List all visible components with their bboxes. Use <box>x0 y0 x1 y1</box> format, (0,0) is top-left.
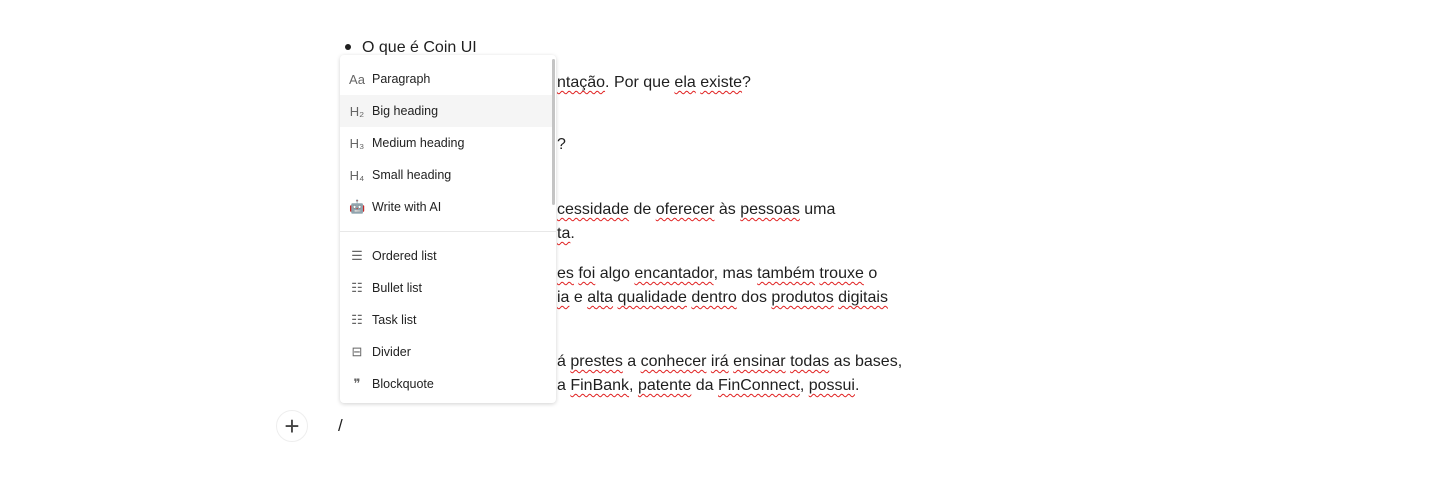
bullet-list-icon: ☷ <box>351 280 363 295</box>
task-list-icon: ☷ <box>351 312 363 327</box>
paragraph-text[interactable]: cessidade de oferecer às pessoas uma <box>557 200 835 220</box>
paragraph-text[interactable]: a FinBank, patente da FinConnect, possui… <box>557 376 859 396</box>
text-run: ? <box>557 136 566 153</box>
quote-icon: ❞ <box>353 376 361 391</box>
menu-item-paragraph[interactable]: Aa Paragraph <box>340 63 552 95</box>
text-run: digitais <box>838 289 888 306</box>
text-run: , mas <box>713 265 758 282</box>
menu-item-small-heading[interactable]: H₄ Small heading <box>340 159 552 191</box>
menu-item-label: Medium heading <box>372 136 465 150</box>
paragraph-text[interactable]: ia e alta qualidade dentro dos produtos … <box>557 288 888 308</box>
text-run: as bases, <box>829 353 903 370</box>
text-run: ? <box>742 74 751 91</box>
text-run: ntação <box>557 74 606 91</box>
text-run: a <box>557 377 571 394</box>
menu-item-write-with-ai[interactable]: 🤖 Write with AI <box>340 191 552 223</box>
heading-2-icon: H₂ <box>349 103 365 119</box>
text-run: , <box>629 377 638 394</box>
menu-item-label: Paragraph <box>372 72 431 86</box>
text-run: es <box>557 265 574 282</box>
text-run: a <box>622 353 641 370</box>
heading-3-icon: H₃ <box>349 135 365 151</box>
menu-item-label: Bullet list <box>372 281 423 295</box>
text-run: o <box>863 265 878 282</box>
text-run: possui <box>808 377 855 394</box>
text-run: conhecer <box>640 353 707 370</box>
text-run: á <box>557 353 566 370</box>
text-run: trouxe <box>819 265 864 282</box>
text-run: da <box>691 377 719 394</box>
menu-scrollbar[interactable] <box>552 59 555 205</box>
text-run: uma <box>804 201 836 218</box>
menu-item-label: Divider <box>372 345 411 359</box>
menu-item-bullet-list[interactable]: ☷ Bullet list <box>340 272 552 304</box>
text-run: ela <box>674 74 696 91</box>
paragraph-text[interactable]: ntação. Por que ela existe? <box>557 73 751 93</box>
text-run: . Por que <box>605 74 675 91</box>
menu-item-label: Task list <box>372 313 417 327</box>
text-run: cessidade <box>557 201 630 218</box>
menu-item-big-heading[interactable]: H₂ Big heading <box>340 95 552 127</box>
text-run: também <box>757 265 815 282</box>
text-run: todas <box>790 353 830 370</box>
ordered-list-icon: ☰ <box>351 248 363 263</box>
menu-item-label: Ordered list <box>372 249 437 263</box>
slash-command-menu: Aa Paragraph H₂ Big heading H₃ Medium heading… <box>340 55 556 403</box>
text-run: encantador <box>634 265 714 282</box>
menu-item-task-list[interactable]: ☷ Task list <box>340 304 552 336</box>
text-run: dentro <box>691 289 737 306</box>
text-icon: Aa <box>349 71 365 87</box>
text-run: . <box>854 377 860 394</box>
text-run: pessoas <box>740 201 800 218</box>
bullet-marker <box>345 44 351 50</box>
text-run: foi <box>578 265 596 282</box>
text-run: , <box>799 377 809 394</box>
text-run: algo <box>595 265 635 282</box>
text-run: ta <box>557 225 571 242</box>
menu-item-label: Small heading <box>372 168 452 182</box>
paragraph-text[interactable]: á prestes a conhecer irá ensinar todas a… <box>557 352 902 372</box>
menu-item-medium-heading[interactable]: H₃ Medium heading <box>340 127 552 159</box>
menu-item-label: Write with AI <box>372 200 442 214</box>
text-run: patente <box>637 377 692 394</box>
text-run: existe <box>700 74 743 91</box>
text-run: prestes <box>570 353 623 370</box>
text-run: ensinar <box>733 353 786 370</box>
text-run: . <box>570 225 575 242</box>
slash-command-input[interactable]: / <box>338 416 343 436</box>
text-run: e <box>569 289 588 306</box>
robot-icon: 🤖 <box>349 199 366 214</box>
divider-icon: ⊟ <box>351 344 363 359</box>
text-run: de <box>629 201 656 218</box>
add-block-button[interactable]: + <box>276 410 308 442</box>
menu-item-blockquote[interactable]: ❞ Blockquote <box>340 368 552 400</box>
plus-icon: + <box>284 410 300 441</box>
text-run: qualidade <box>617 289 687 306</box>
text-run: dos <box>736 289 772 306</box>
paragraph-text[interactable]: ? <box>557 135 566 155</box>
text-run: oferecer <box>655 201 715 218</box>
text-run: irá <box>710 353 729 370</box>
heading-4-icon: H₄ <box>349 167 365 183</box>
paragraph-text[interactable]: es foi algo encantador, mas também troux… <box>557 264 877 284</box>
text-run: às <box>714 201 741 218</box>
menu-divider <box>340 231 556 232</box>
paragraph-text[interactable]: ta. <box>557 224 575 244</box>
menu-item-label: Blockquote <box>372 377 434 391</box>
text-run: ia <box>557 289 570 306</box>
menu-item-ordered-list[interactable]: ☰ Ordered list <box>340 240 552 272</box>
text-run: alta <box>587 289 614 306</box>
menu-item-label: Big heading <box>372 104 439 118</box>
text-run: FinConnect <box>718 377 800 394</box>
menu-item-divider[interactable]: ⊟ Divider <box>340 336 552 368</box>
text-run: produtos <box>771 289 834 306</box>
text-run: FinBank <box>570 377 630 394</box>
